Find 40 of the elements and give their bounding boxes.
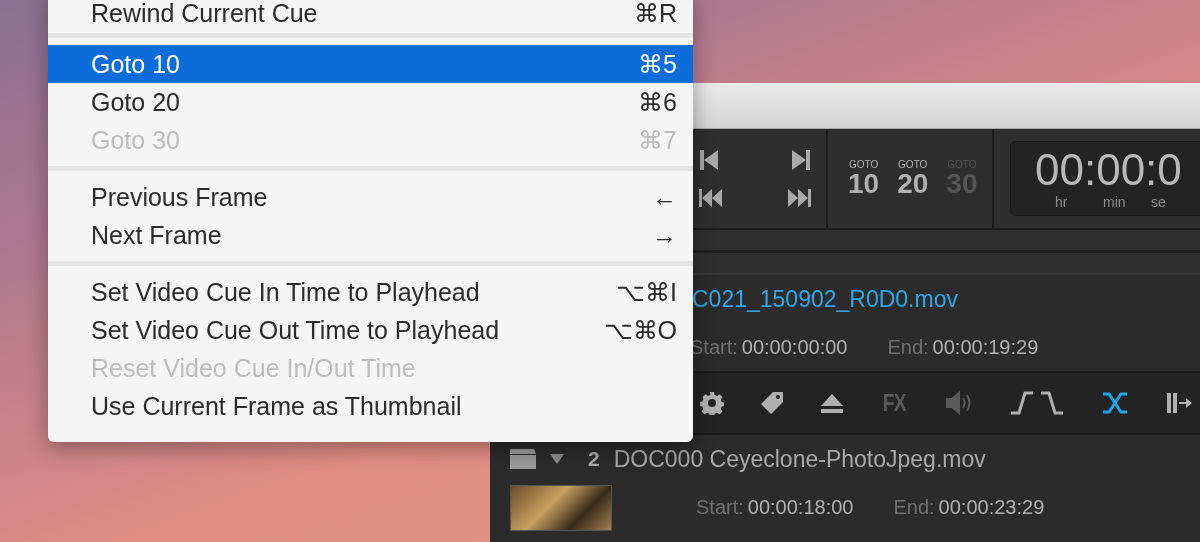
end-time: 00:00:23:29 (938, 495, 1045, 519)
goto-button[interactable]: GOTO 10 (848, 159, 880, 198)
start-label: Start: (696, 495, 744, 519)
menu-item[interactable]: Goto 10 ⌘5 (48, 45, 693, 83)
end-label: End: (887, 335, 929, 359)
clapperboard-icon (510, 449, 536, 469)
menu-item[interactable]: Set Video Cue Out Time to Playhead ⌥⌘O (48, 311, 693, 349)
tool-button[interactable] (700, 391, 724, 415)
disclosure-triangle-icon[interactable] (550, 454, 564, 464)
end-label: End: (893, 495, 935, 519)
cue-name[interactable]: DOC000 Ceyeclone-PhotoJpeg.mov (613, 445, 986, 473)
start-time: 00:00:00:00 (741, 335, 848, 359)
gear-icon (700, 391, 724, 415)
end-time: 00:00:19:29 (932, 335, 1039, 359)
tool-button[interactable] (760, 391, 784, 415)
tool-button[interactable] (1164, 391, 1193, 415)
eject-icon (820, 392, 844, 414)
goto-button[interactable]: GOTO 20 (897, 159, 929, 198)
menu-item[interactable]: Next Frame → (48, 216, 693, 254)
timecode-unit: se (1151, 194, 1167, 210)
timecode-value: 00:00:0 (1035, 146, 1183, 194)
tool-button[interactable] (1008, 391, 1065, 415)
menu-item[interactable]: Use Current Frame as Thumbnail (48, 387, 693, 425)
speaker-icon (944, 391, 973, 415)
timecode-unit: hr (1055, 194, 1069, 210)
start-time: 00:00:18:00 (747, 495, 854, 519)
menu-item[interactable]: Previous Frame ← (48, 178, 693, 216)
crossfade-icon (1100, 391, 1129, 415)
cue-number: 2 (588, 447, 600, 471)
start-label: Start: (690, 335, 738, 359)
tool-button[interactable] (1100, 391, 1129, 415)
play-to-icon (1164, 391, 1193, 415)
menu-item[interactable]: Rewind Current Cue ⌘R (48, 0, 693, 26)
fade-curves-icon (1008, 391, 1065, 415)
menu-item[interactable]: Set Video Cue In Time to Playhead ⌥⌘I (48, 273, 693, 311)
cue-name[interactable]: C021_150902_R0D0.mov (692, 285, 958, 313)
menu-item[interactable]: Goto 20 ⌘6 (48, 83, 693, 121)
tool-button[interactable] (820, 392, 844, 414)
tag-icon (760, 391, 784, 415)
timecode-unit: min (1103, 194, 1127, 210)
